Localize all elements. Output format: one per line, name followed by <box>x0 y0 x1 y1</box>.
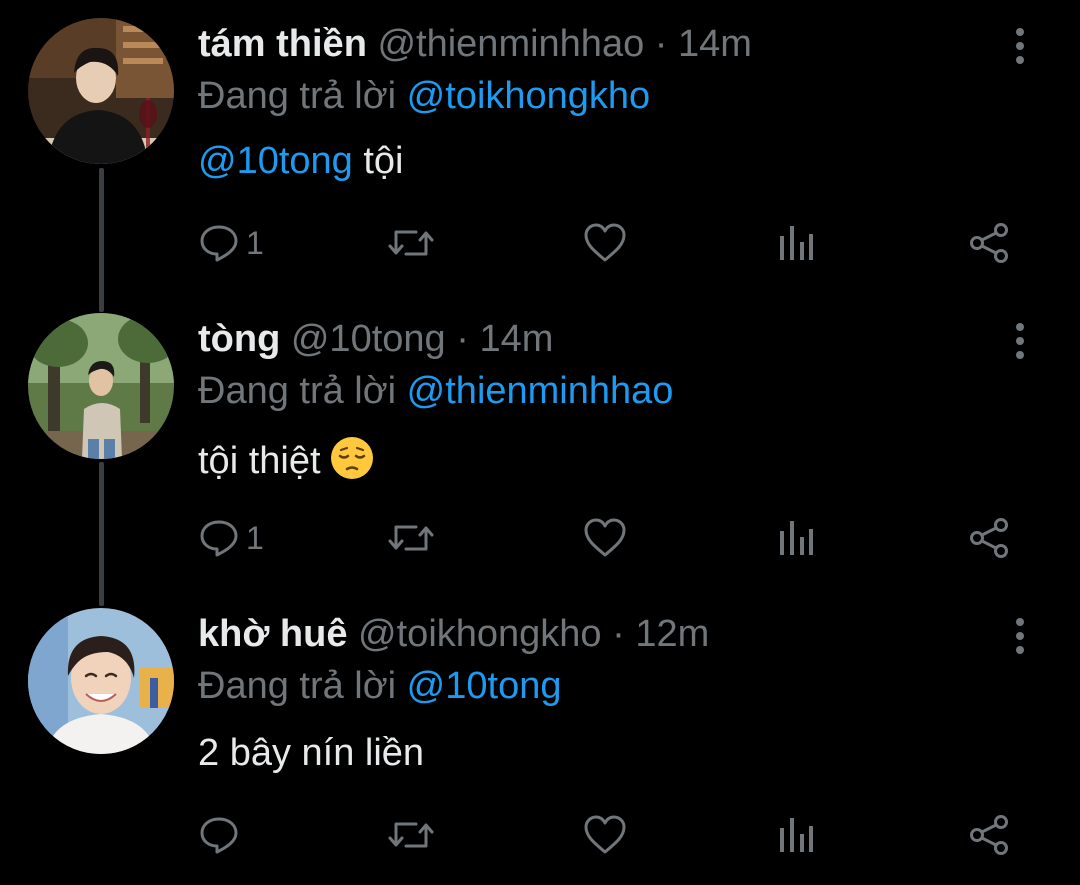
reply-icon <box>198 517 240 559</box>
retweet-icon <box>386 222 436 264</box>
replying-mention-link[interactable]: @toikhongkho <box>407 75 651 117</box>
user-handle[interactable]: @toikhongkho <box>358 613 602 655</box>
reply-count: 1 <box>246 224 264 261</box>
tweet[interactable]: tám thiền @thienminhhao · 14m Đang trả l… <box>0 0 1080 295</box>
share-button[interactable] <box>968 810 1010 860</box>
action-bar <box>198 810 1028 860</box>
share-icon <box>968 222 1010 264</box>
replying-prefix: Đang trả lời <box>198 665 397 707</box>
like-icon <box>583 222 627 264</box>
reply-icon <box>198 814 240 856</box>
tweet[interactable]: tòng @10tong · 14m Đang trả lời @thienmi… <box>0 295 1080 590</box>
share-icon <box>968 517 1010 559</box>
replying-to: Đang trả lời @thienminhhao <box>198 367 673 415</box>
retweet-button[interactable] <box>386 810 436 860</box>
more-options-icon[interactable] <box>1005 26 1035 66</box>
reply-button[interactable]: 1 <box>198 513 264 563</box>
replying-prefix: Đang trả lời <box>198 75 397 117</box>
reply-icon <box>198 222 240 264</box>
tweet-header: tòng @10tong · 14m <box>198 315 553 363</box>
analytics-button[interactable] <box>776 513 816 563</box>
avatar[interactable] <box>28 608 174 754</box>
replying-to: Đang trả lời @toikhongkho <box>198 72 650 120</box>
analytics-button[interactable] <box>776 218 816 268</box>
like-icon <box>583 517 627 559</box>
analytics-icon <box>776 814 816 856</box>
separator-dot: · <box>654 23 668 65</box>
reply-count: 1 <box>246 519 264 556</box>
tweet-text-content: tội <box>352 140 404 182</box>
like-icon <box>583 814 627 856</box>
analytics-button[interactable] <box>776 810 816 860</box>
separator-dot: · <box>612 613 625 655</box>
tweet-text-content: 2 bây nín liền <box>198 732 425 774</box>
retweet-button[interactable] <box>386 513 436 563</box>
user-handle[interactable]: @10tong <box>291 318 446 360</box>
replying-to: Đang trả lời @10tong <box>198 662 561 710</box>
reply-button[interactable] <box>198 810 246 860</box>
more-options-icon[interactable] <box>1005 321 1035 361</box>
like-button[interactable] <box>583 810 627 860</box>
share-button[interactable] <box>968 218 1010 268</box>
tweet-text: 2 bây nín liền <box>198 728 424 778</box>
retweet-button[interactable] <box>386 218 436 268</box>
share-icon <box>968 814 1010 856</box>
like-button[interactable] <box>583 218 627 268</box>
tweet-header: khờ huê @toikhongkho · 12m <box>198 610 709 658</box>
display-name[interactable]: tòng <box>198 318 280 360</box>
avatar[interactable] <box>28 313 174 459</box>
avatar[interactable] <box>28 18 174 164</box>
share-button[interactable] <box>968 513 1010 563</box>
display-name[interactable]: khờ huê <box>198 613 347 655</box>
retweet-icon <box>386 517 436 559</box>
tweet[interactable]: khờ huê @toikhongkho · 12m Đang trả lời … <box>0 590 1080 885</box>
more-options-icon[interactable] <box>1005 616 1035 656</box>
retweet-icon <box>386 814 436 856</box>
tweet-text: tội thiệt <box>198 435 375 486</box>
tweet-text: @10tong tội <box>198 136 404 186</box>
user-handle[interactable]: @thienminhhao <box>377 23 644 65</box>
action-bar: 1 <box>198 513 1028 563</box>
analytics-icon <box>776 222 816 264</box>
timestamp[interactable]: 14m <box>479 318 553 360</box>
text-mention-link[interactable]: @10tong <box>198 140 353 182</box>
replying-mention-link[interactable]: @thienminhhao <box>407 370 674 412</box>
separator-dot: · <box>456 318 469 360</box>
timestamp[interactable]: 12m <box>635 613 709 655</box>
like-button[interactable] <box>583 513 627 563</box>
tweet-header: tám thiền @thienminhhao · 14m <box>198 20 752 68</box>
reply-button[interactable]: 1 <box>198 218 264 268</box>
replying-mention-link[interactable]: @10tong <box>407 665 562 707</box>
pensive-face-emoji <box>329 435 375 481</box>
tweet-text-content: tội thiệt <box>198 440 321 482</box>
display-name[interactable]: tám thiền <box>198 23 367 65</box>
action-bar: 1 <box>198 218 1028 268</box>
timestamp[interactable]: 14m <box>678 23 752 65</box>
analytics-icon <box>776 517 816 559</box>
replying-prefix: Đang trả lời <box>198 370 397 412</box>
